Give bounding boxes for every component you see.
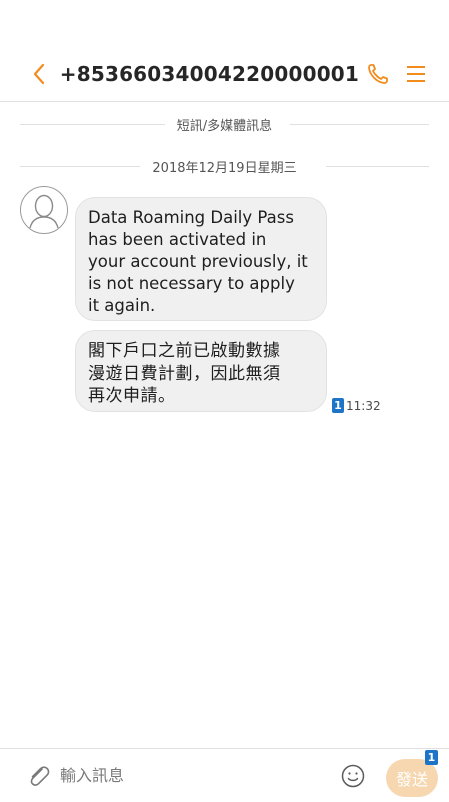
message-type-divider: 短訊/多媒體訊息	[0, 114, 449, 134]
message-bubble[interactable]: 閣下戶口之前已啟動數據 漫遊日費計劃，因此無須 再次申請。	[75, 330, 327, 412]
back-button[interactable]	[18, 46, 60, 102]
menu-icon	[407, 65, 425, 82]
message-input[interactable]	[60, 766, 330, 785]
unread-badge: 1	[332, 398, 344, 413]
message-bubble[interactable]: Data Roaming Daily Pass has been activat…	[75, 197, 327, 321]
chevron-left-icon	[33, 63, 44, 84]
divider-line	[290, 124, 429, 125]
person-icon	[29, 194, 59, 229]
send-count-badge: 1	[425, 750, 438, 765]
send-button-wrap: 發送 1	[386, 750, 438, 797]
message-meta: 1 11:32	[332, 398, 381, 413]
phone-icon	[368, 63, 388, 84]
message-type-label: 短訊/多媒體訊息	[166, 114, 283, 134]
more-menu-button[interactable]	[397, 46, 435, 102]
contact-title: +85366034004220000001	[59, 61, 360, 86]
status-bar-area	[0, 0, 449, 46]
conversation-header: +85366034004220000001	[0, 46, 449, 102]
call-button[interactable]	[359, 46, 397, 102]
divider-line	[20, 166, 140, 167]
smiley-icon	[341, 764, 365, 787]
divider-line	[20, 124, 165, 125]
paperclip-icon	[30, 765, 50, 786]
emoji-button[interactable]	[338, 761, 368, 791]
divider-line	[326, 166, 429, 167]
composer-bar	[0, 748, 449, 802]
message-time: 11:32	[346, 398, 381, 413]
attach-button[interactable]	[24, 761, 54, 791]
avatar[interactable]	[20, 186, 68, 234]
date-divider: 2018年12月19日星期三	[0, 156, 449, 176]
date-label: 2018年12月19日星期三	[142, 156, 307, 176]
